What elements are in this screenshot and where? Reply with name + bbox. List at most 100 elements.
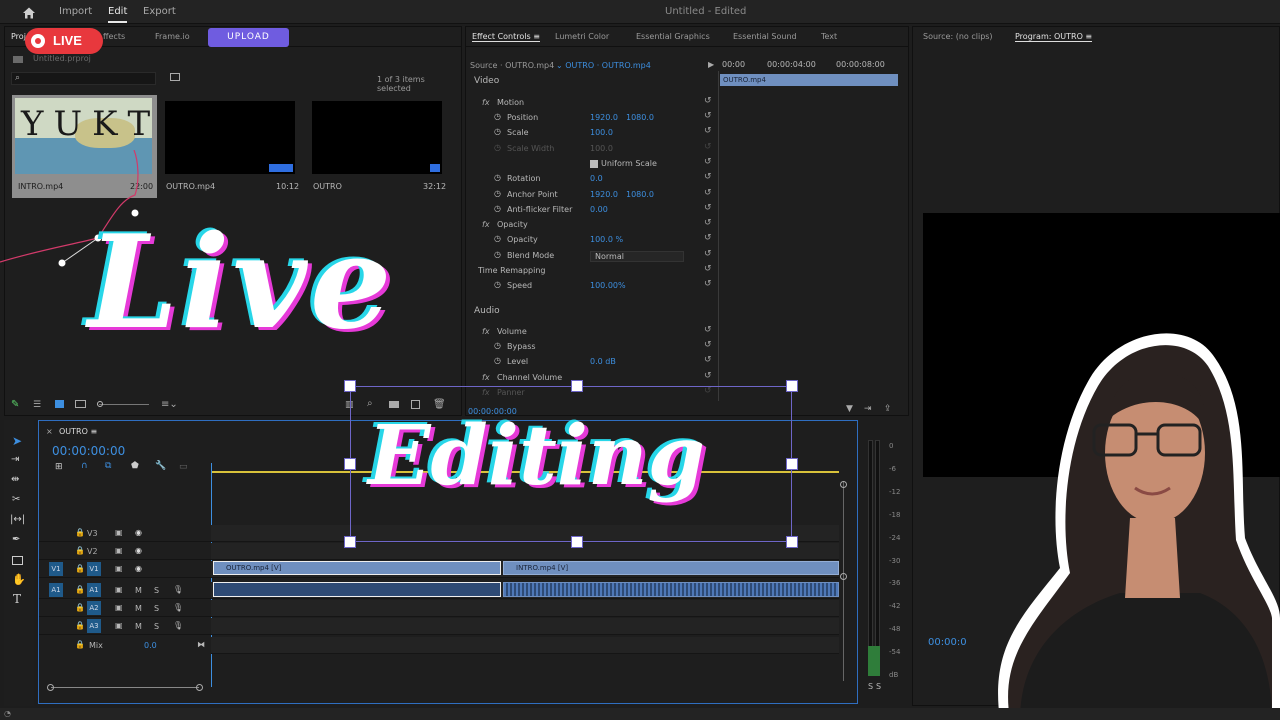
linked-selection-icon[interactable]: ⧉ [105, 461, 111, 471]
lock-icon[interactable]: 🔒 [75, 621, 85, 630]
type-tool-icon[interactable]: T [13, 592, 21, 606]
effect-row-value[interactable]: 0.0 dB [590, 357, 616, 366]
effect-row-level[interactable]: ◷ Level 0.0 dB ↺ [470, 355, 716, 369]
track-target[interactable]: V1 [87, 562, 101, 576]
stopwatch-icon[interactable]: ◷ [494, 280, 501, 289]
track-lane[interactable] [211, 637, 839, 654]
effect-row-channel-volume[interactable]: fx Channel Volume ↺ [470, 371, 716, 385]
effect-row-value[interactable]: Normal [590, 251, 684, 262]
stopwatch-icon[interactable]: ◷ [494, 204, 501, 213]
zoom-slider[interactable] [97, 401, 149, 407]
track-target[interactable]: A1 [87, 583, 101, 597]
video-track-header-v2[interactable]: 🔒 V2 ▣ ◉ [39, 543, 211, 560]
mic-icon[interactable]: 🎙 [173, 585, 183, 594]
razor-tool-icon[interactable]: ✂ [12, 494, 20, 505]
effect-row-value[interactable]: 0.00 [590, 205, 608, 214]
resize-handle-tr[interactable] [786, 380, 798, 392]
video-track-header-v3[interactable]: 🔒 V3 ▣ ◉ [39, 525, 211, 542]
effect-row-anchor-point[interactable]: ◷ Anchor Point 1920.0 1080.0 ↺ [470, 188, 716, 202]
effect-row-time-remapping[interactable]: Time Remapping ↺ [470, 264, 716, 278]
stopwatch-icon[interactable]: ◷ [494, 234, 501, 243]
effect-row-scale-width[interactable]: ◷ Scale Width 100.0 ↺ [470, 142, 716, 156]
export-frame-icon[interactable]: ⇥ [864, 404, 872, 414]
tab-source-monitor[interactable]: Source: (no clips) [923, 32, 993, 41]
effect-row-motion[interactable]: fx Motion ↺ [470, 96, 716, 110]
reset-icon[interactable]: ↺ [704, 203, 712, 213]
search-input[interactable]: ⌕ [11, 72, 156, 85]
tab-lumetri-color[interactable]: Lumetri Color [555, 32, 609, 41]
close-sequence-icon[interactable]: × [46, 427, 53, 436]
timeline-timecode[interactable]: 00:00:00:00 [52, 444, 125, 458]
effect-row-scale[interactable]: ◷ Scale 100.0 ↺ [470, 126, 716, 140]
lock-icon[interactable]: 🔒 [75, 603, 85, 612]
track-lane[interactable] [211, 618, 839, 635]
audio-track-header-a3[interactable]: 🔒 A3 ▣ M S 🎙 [39, 618, 211, 635]
timeline-vertical-scrollbar[interactable] [840, 481, 847, 681]
track-select-tool-icon[interactable]: ⇥ [11, 454, 19, 465]
effect-row-speed[interactable]: ◷ Speed 100.00% ↺ [470, 279, 716, 293]
resize-handle-mr[interactable] [786, 458, 798, 470]
eye-icon[interactable]: ◉ [135, 564, 142, 573]
effect-row-value[interactable]: 100.0 [590, 144, 613, 153]
track-target[interactable]: A2 [87, 601, 101, 615]
tab-effects[interactable]: ffects [103, 32, 125, 41]
sync-lock-icon[interactable]: ▣ [115, 621, 123, 630]
clip-intro-video[interactable]: INTRO.mp4 [V] [503, 561, 839, 575]
fx-icon[interactable]: fx [482, 373, 490, 382]
tab-program-monitor[interactable]: Program: OUTRO ≡ [1015, 32, 1093, 42]
rectangle-tool-icon[interactable] [12, 556, 23, 565]
effect-row-value[interactable]: 100.00% [590, 281, 626, 290]
pen-tool-icon[interactable]: ✒ [12, 534, 20, 545]
lock-icon[interactable]: 🔒 [75, 528, 85, 537]
reset-icon[interactable]: ↺ [704, 172, 712, 182]
effect-row-value-2[interactable]: 1080.0 [626, 190, 654, 199]
eye-icon[interactable]: ◉ [135, 528, 142, 537]
solo-left-button[interactable]: S [868, 682, 873, 691]
mix-value[interactable]: 0.0 [144, 641, 157, 650]
lock-icon[interactable]: 🔒 [75, 640, 85, 649]
selection-tool-icon[interactable]: ➤ [12, 434, 22, 448]
clip-intro-audio[interactable] [503, 582, 839, 597]
freeform-view-icon[interactable] [75, 400, 86, 408]
reset-icon[interactable]: ↺ [704, 355, 712, 365]
effect-row-value-2[interactable]: 1080.0 [626, 113, 654, 122]
mute-button[interactable]: M [135, 622, 142, 631]
upload-button[interactable]: UPLOAD [208, 28, 289, 47]
tab-effect-controls[interactable]: Effect Controls ≡ [472, 32, 540, 42]
add-marker-icon[interactable]: ⬟ [131, 461, 139, 471]
stopwatch-icon[interactable]: ◷ [494, 127, 501, 136]
effect-row-value[interactable]: 1920.0 [590, 113, 618, 122]
effect-row-anti-flicker-filter[interactable]: ◷ Anti-flicker Filter 0.00 ↺ [470, 203, 716, 217]
stopwatch-icon[interactable]: ◷ [494, 143, 501, 152]
effect-row-value[interactable]: 100.0 [590, 128, 613, 137]
clip-outro-audio[interactable] [213, 582, 501, 597]
slip-tool-icon[interactable]: |↔| [10, 514, 25, 525]
tab-essential-sound[interactable]: Essential Sound [733, 32, 797, 41]
ruler-play-icon[interactable]: ▶ [708, 60, 714, 69]
hand-tool-icon[interactable]: ✋ [12, 573, 26, 586]
effect-row-bypass[interactable]: ◷ Bypass ↺ [470, 340, 716, 354]
reset-icon[interactable]: ↺ [704, 325, 712, 335]
project-item-outro-mp4[interactable]: OUTRO.mp4 10:12 [162, 95, 302, 198]
resize-handle-tm[interactable] [571, 380, 583, 392]
track-target[interactable]: V2 [87, 547, 98, 556]
resize-handle-br[interactable] [786, 536, 798, 548]
resize-handle-bm[interactable] [571, 536, 583, 548]
icon-view-icon[interactable] [55, 400, 64, 408]
lock-icon[interactable]: 🔒 [75, 564, 85, 573]
source-patch-v[interactable]: V1 [49, 562, 63, 576]
reset-icon[interactable]: ↺ [704, 142, 712, 152]
solo-button[interactable]: S [154, 586, 159, 595]
clip-outro-video[interactable]: OUTRO.mp4 [V] [213, 561, 501, 575]
stopwatch-icon[interactable]: ◷ [494, 189, 501, 198]
reset-icon[interactable]: ↺ [704, 340, 712, 350]
tab-text[interactable]: Text [821, 32, 837, 41]
mic-icon[interactable]: 🎙 [173, 621, 183, 630]
fx-icon[interactable]: fx [482, 327, 490, 336]
reset-icon[interactable]: ↺ [704, 126, 712, 136]
tab-project[interactable]: Proj [11, 32, 26, 41]
resize-handle-tl[interactable] [344, 380, 356, 392]
tab-frameio[interactable]: Frame.io [155, 32, 190, 41]
resize-handle-bl[interactable] [344, 536, 356, 548]
wrench-icon[interactable]: 🔧 [155, 461, 166, 471]
